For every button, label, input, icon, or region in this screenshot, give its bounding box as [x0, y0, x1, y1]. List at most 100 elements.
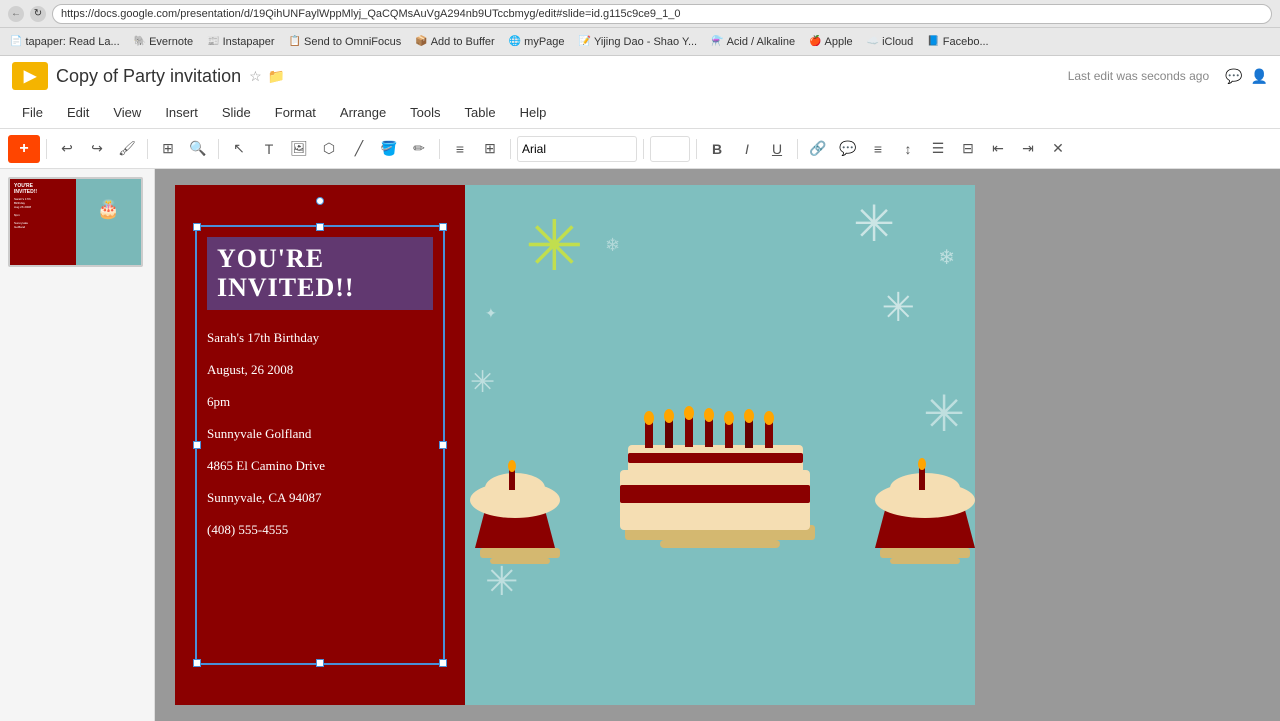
yijing-icon: 📝 [579, 36, 591, 47]
tapaper-icon: 📄 [10, 36, 22, 47]
text-align-button[interactable]: ≡ [864, 135, 892, 163]
bookmarks-bar: 📄 tapaper: Read La... 🐘 Evernote 📰 Insta… [0, 28, 1280, 56]
thumb-invited-text: YOU'REINVITED!! [14, 183, 37, 195]
menu-format[interactable]: Format [265, 101, 326, 124]
menu-arrange[interactable]: Arrange [330, 101, 396, 124]
star-icon[interactable]: ☆ [249, 68, 262, 85]
menu-tools[interactable]: Tools [400, 101, 450, 124]
phone-block: (408) 555-4555 [207, 522, 433, 538]
indent-left-button[interactable]: ⇤ [984, 135, 1012, 163]
bookmark-mypage[interactable]: 🌐 myPage [503, 34, 571, 50]
bullet-button[interactable]: ⊟ [954, 135, 982, 163]
handle-mid-left[interactable] [193, 441, 201, 449]
line-button[interactable]: ╱ [345, 135, 373, 163]
shape-button[interactable]: ⬡ [315, 135, 343, 163]
slide-text-content: YOU'RE INVITED!! Sarah's 17th Birthday A… [197, 227, 443, 548]
bookmark-tapaper-label: tapaper: Read La... [25, 36, 119, 48]
buffer-icon: 📦 [415, 36, 427, 47]
birthday-date: August, 26 2008 [207, 362, 433, 378]
toolbar-divider-8 [797, 139, 798, 159]
menu-view[interactable]: View [103, 101, 151, 124]
evernote-icon: 🐘 [134, 36, 146, 47]
magnify-button[interactable]: 🔍 [184, 135, 212, 163]
title-icons: ☆ 📁 [249, 68, 285, 85]
zoom-button[interactable]: ⊞ [154, 135, 182, 163]
handle-top-left[interactable] [193, 223, 201, 231]
handle-rotate[interactable] [316, 197, 324, 205]
browser-back-button[interactable]: ← [8, 6, 24, 22]
slide-right-panel: ✳ ✳ ❄ ✦ ✳ ✳ ❄ ✳ ✳ [465, 185, 975, 705]
browser-bar: ← ↻ https://docs.google.com/presentation… [0, 0, 1280, 28]
invited-box: YOU'RE INVITED!! [207, 237, 433, 310]
bookmark-apple[interactable]: 🍎 Apple [803, 34, 859, 50]
menu-file[interactable]: File [12, 101, 53, 124]
select-button[interactable]: ↖ [225, 135, 253, 163]
bookmark-mypage-label: myPage [524, 36, 564, 48]
slides-menu: File Edit View Insert Slide Format Arran… [0, 96, 1280, 128]
bold-button[interactable]: B [703, 135, 731, 163]
folder-icon[interactable]: 📁 [268, 68, 285, 85]
clear-format-button[interactable]: ✕ [1044, 135, 1072, 163]
url-bar[interactable]: https://docs.google.com/presentation/d/1… [52, 4, 1272, 24]
underline-button[interactable]: U [763, 135, 791, 163]
url-text: https://docs.google.com/presentation/d/1… [61, 8, 681, 20]
indent-right-button[interactable]: ⇥ [1014, 135, 1042, 163]
toolbar-divider-1 [46, 139, 47, 159]
invited-line2: INVITED!! [217, 274, 423, 303]
venue-address1: 4865 El Camino Drive [207, 458, 433, 474]
paint-format-button[interactable]: 🖌 [113, 135, 141, 163]
bookmark-yijing-label: Yijing Dao - Shao Y... [594, 36, 697, 48]
thumb-detail-text: Sarah's 17thBirthdayAug 26 20086pmSunnyv… [14, 197, 31, 229]
font-size-input[interactable]: 28 [650, 136, 690, 162]
handle-bottom-left[interactable] [193, 659, 201, 667]
handle-bottom-right[interactable] [439, 659, 447, 667]
handle-mid-right[interactable] [439, 441, 447, 449]
bookmark-icloud[interactable]: ☁️ iCloud [861, 34, 920, 50]
menu-table[interactable]: Table [455, 101, 506, 124]
font-selector[interactable] [517, 136, 637, 162]
bookmark-evernote-label: Evernote [149, 36, 193, 48]
bookmark-evernote[interactable]: 🐘 Evernote [128, 34, 199, 50]
menu-insert[interactable]: Insert [155, 101, 208, 124]
handle-bottom-center[interactable] [316, 659, 324, 667]
bookmark-tapaper[interactable]: 📄 tapaper: Read La... [4, 34, 126, 50]
handle-top-right[interactable] [439, 223, 447, 231]
bookmark-apple-label: Apple [825, 36, 853, 48]
toolbar-divider-5 [510, 139, 511, 159]
menu-help[interactable]: Help [510, 101, 557, 124]
italic-button[interactable]: I [733, 135, 761, 163]
toolbar-divider-3 [218, 139, 219, 159]
link-button[interactable]: 🔗 [804, 135, 832, 163]
bookmark-yijing[interactable]: 📝 Yijing Dao - Shao Y... [573, 34, 704, 50]
bookmark-acid[interactable]: ⚗️ Acid / Alkaline [705, 34, 801, 50]
image-button[interactable]: 🖼 [285, 135, 313, 163]
bookmark-omnifocus[interactable]: 📋 Send to OmniFocus [283, 34, 408, 50]
text-button[interactable]: T [255, 135, 283, 163]
pen-button[interactable]: ✏ [405, 135, 433, 163]
user-icon[interactable]: 👤 [1251, 68, 1268, 85]
list-button[interactable]: ☰ [924, 135, 952, 163]
bookmark-icloud-label: iCloud [882, 36, 913, 48]
bookmark-facebook[interactable]: 📘 Facebo... [921, 34, 994, 50]
slide-container: YOU'RE INVITED!! Sarah's 17th Birthday A… [175, 185, 975, 705]
bookmark-buffer[interactable]: 📦 Add to Buffer [409, 34, 500, 50]
browser-refresh-button[interactable]: ↻ [30, 6, 46, 22]
redo-button[interactable]: ↪ [83, 135, 111, 163]
menu-slide[interactable]: Slide [212, 101, 261, 124]
chat-icon[interactable]: 💬 [1225, 68, 1242, 85]
bookmark-instapaper[interactable]: 📰 Instapaper [201, 34, 280, 50]
text-block-selection[interactable]: YOU'RE INVITED!! Sarah's 17th Birthday A… [195, 225, 445, 665]
line-spacing-button[interactable]: ↕ [894, 135, 922, 163]
add-button[interactable]: + [8, 135, 40, 163]
fill-button[interactable]: 🪣 [375, 135, 403, 163]
facebook-icon: 📘 [927, 36, 939, 47]
comment-button[interactable]: 💬 [834, 135, 862, 163]
venue-address2: Sunnyvale, CA 94087 [207, 490, 433, 506]
table-button[interactable]: ⊞ [476, 135, 504, 163]
align-button[interactable]: ≡ [446, 135, 474, 163]
menu-edit[interactable]: Edit [57, 101, 99, 124]
undo-button[interactable]: ↩ [53, 135, 81, 163]
slide-thumbnail-1[interactable]: YOU'REINVITED!! Sarah's 17thBirthdayAug … [8, 177, 143, 267]
handle-top-center-resize[interactable] [316, 223, 324, 231]
omnifocus-icon: 📋 [289, 36, 301, 47]
